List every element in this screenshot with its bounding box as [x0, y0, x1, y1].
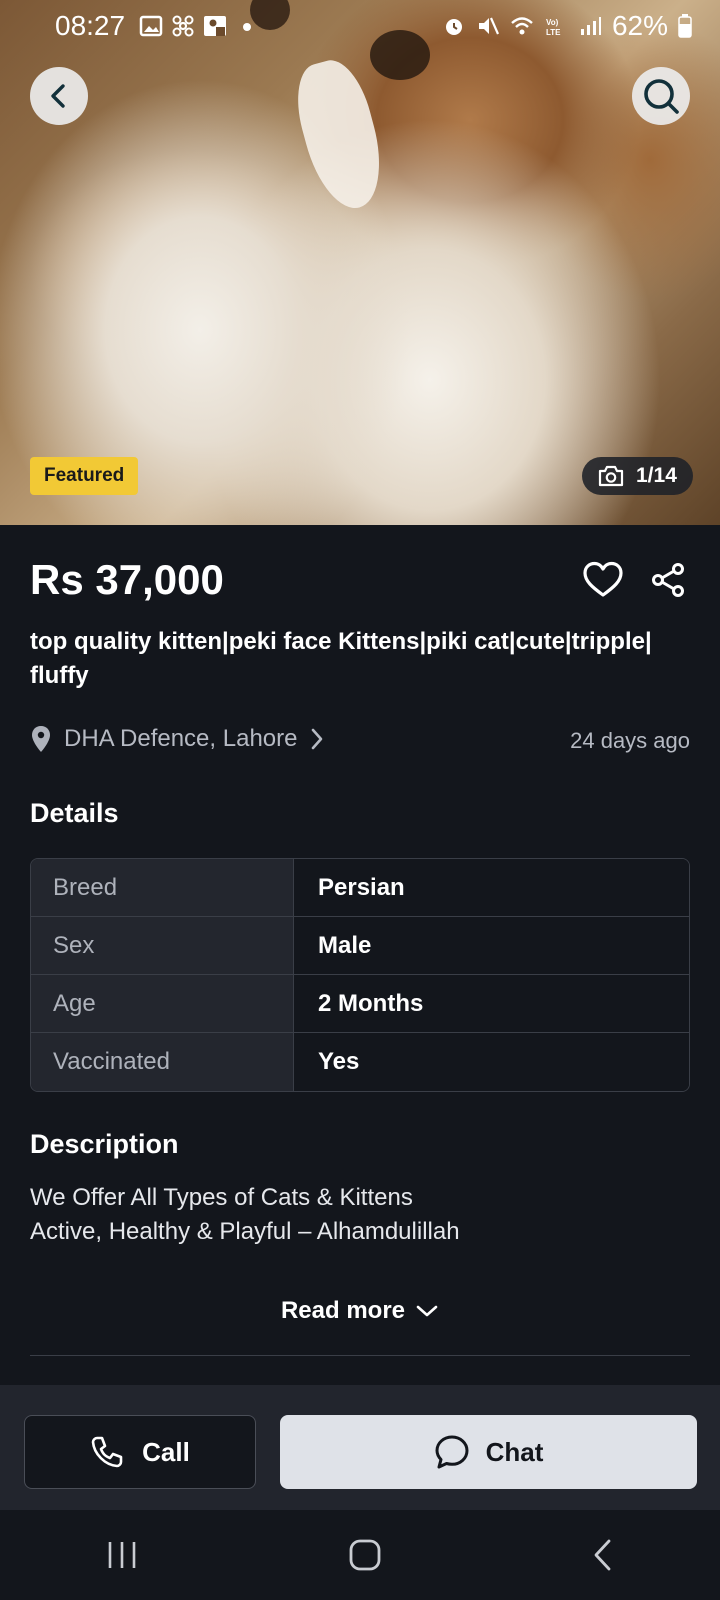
photo-counter[interactable]: 1/14: [582, 457, 693, 495]
location-pin-icon: [32, 726, 50, 752]
divider: [30, 1355, 690, 1356]
back-nav-icon[interactable]: [591, 1538, 615, 1572]
read-more-label: Read more: [280, 1297, 406, 1324]
search-button[interactable]: [632, 67, 690, 125]
pinwheel-icon: [172, 15, 194, 37]
alarm-icon: [445, 19, 462, 35]
contact-icon: [204, 16, 227, 36]
call-button[interactable]: Call: [24, 1415, 256, 1489]
read-more-button[interactable]: Read more: [0, 1297, 720, 1325]
location-link[interactable]: DHA Defence, Lahore: [30, 725, 325, 753]
description-line: We Offer All Types of Cats & Kittens: [30, 1184, 413, 1211]
table-row: Sex Male: [31, 917, 689, 975]
description-line: Active, Healthy & Playful – Alhamdulilla…: [30, 1218, 460, 1245]
detail-key: Age: [31, 975, 294, 1032]
description-text: We Offer All Types of Cats & Kittens Act…: [30, 1181, 460, 1249]
status-bar: 08:27 Vo) LTE 62%: [0, 0, 720, 52]
chat-bubble-icon: [435, 1435, 469, 1469]
listing-photo[interactable]: [0, 0, 720, 525]
chat-button[interactable]: Chat: [280, 1415, 697, 1489]
dot-icon: [243, 23, 252, 31]
wifi-icon: [511, 17, 533, 35]
detail-key: Sex: [31, 917, 294, 974]
recents-icon[interactable]: [105, 1540, 139, 1570]
signal-icon: [580, 17, 601, 35]
details-heading: Details: [30, 798, 119, 828]
table-row: Breed Persian: [31, 859, 689, 917]
detail-key: Breed: [31, 859, 294, 916]
svg-text:LTE: LTE: [546, 28, 561, 37]
share-icon[interactable]: [650, 562, 686, 598]
photo-count-text: 1/14: [636, 464, 677, 487]
table-row: Age 2 Months: [31, 975, 689, 1033]
posted-date: 24 days ago: [570, 728, 690, 753]
search-icon: [644, 79, 679, 114]
svg-text:Vo): Vo): [546, 18, 559, 27]
status-time: 08:27: [55, 10, 126, 41]
mute-icon: [478, 17, 499, 35]
detail-value: Yes: [294, 1033, 689, 1091]
system-nav-bar: [0, 1510, 720, 1600]
heart-icon[interactable]: [582, 561, 624, 599]
back-button[interactable]: [30, 67, 88, 125]
detail-key: Vaccinated: [31, 1033, 294, 1091]
battery-percent: 62%: [611, 10, 668, 41]
listing-title: top quality kitten|peki face Kittens|pik…: [30, 628, 652, 689]
volte-icon: Vo)LTE: [546, 18, 561, 37]
detail-value: Persian: [294, 859, 689, 916]
notification-icons: [139, 15, 259, 37]
table-row: Vaccinated Yes: [31, 1033, 689, 1091]
camera-icon: [598, 465, 624, 487]
photo-detail: [286, 53, 394, 217]
details-table: Breed Persian Sex Male Age 2 Months Vacc…: [30, 858, 690, 1092]
home-icon[interactable]: [348, 1538, 382, 1572]
gallery-icon: [139, 15, 163, 37]
phone-icon: [91, 1436, 123, 1468]
chevron-down-icon: [416, 1305, 438, 1317]
location-text: DHA Defence, Lahore: [64, 725, 298, 752]
back-icon: [51, 84, 65, 108]
call-label: Call: [142, 1436, 190, 1467]
detail-value: 2 Months: [294, 975, 689, 1032]
listing-price: Rs 37,000: [30, 556, 224, 603]
battery-icon: [678, 14, 692, 38]
detail-value: Male: [294, 917, 689, 974]
chat-label: Chat: [485, 1436, 544, 1467]
description-heading: Description: [30, 1129, 179, 1159]
chevron-right-icon: [312, 728, 323, 750]
featured-badge: Featured: [30, 457, 139, 495]
